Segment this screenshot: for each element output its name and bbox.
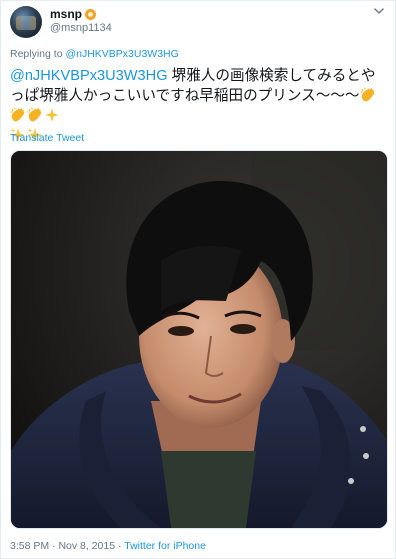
clapping-hands-icon — [10, 107, 25, 122]
tweet-time[interactable]: 3:58 PM — [10, 540, 49, 552]
tweet-source-link[interactable]: Twitter for iPhone — [124, 540, 206, 552]
avatar[interactable] — [10, 6, 42, 38]
clapping-hands-icon — [360, 87, 374, 102]
tweet-date[interactable]: Nov 8, 2015 — [58, 540, 115, 552]
meta-separator: · — [118, 540, 122, 552]
translate-tweet-link[interactable]: Translate Tweet — [10, 132, 84, 144]
portrait-photo — [11, 151, 387, 528]
chevron-down-icon[interactable] — [372, 4, 386, 18]
tweet-photo[interactable] — [10, 150, 388, 529]
replying-to-link[interactable]: @nJHKVBPx3U3W3HG — [65, 48, 178, 60]
tweet-meta: 3:58 PM · Nov 8, 2015 · Twitter for iPho… — [10, 540, 206, 552]
user-handle[interactable]: @msnp1134 — [50, 22, 112, 34]
mention-link[interactable]: @nJHKVBPx3U3W3HG — [10, 68, 168, 84]
clapping-hands-icon — [27, 107, 42, 122]
replying-prefix: Replying to — [10, 48, 63, 60]
sparkles-icon — [45, 108, 59, 122]
author-name-row[interactable]: msnp — [50, 6, 97, 22]
replying-to: Replying to @nJHKVBPx3U3W3HG — [10, 48, 179, 60]
meta-separator: · — [52, 540, 56, 552]
display-name[interactable]: msnp — [50, 7, 82, 21]
orange-face-emoji-icon — [85, 8, 97, 20]
